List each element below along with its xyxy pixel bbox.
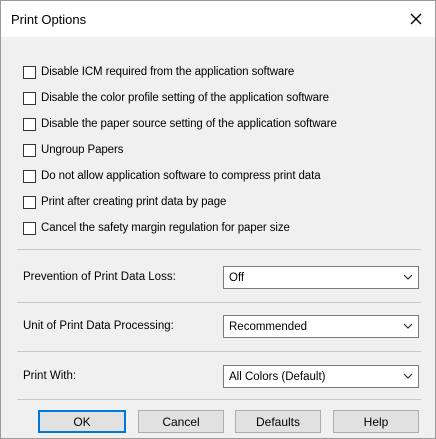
disable-color-profile-checkbox[interactable] xyxy=(23,91,36,105)
unit-select[interactable]: Recommended xyxy=(223,315,419,338)
ungroup-papers-label: Ungroup Papers xyxy=(41,144,124,156)
print-after-creating-checkbox[interactable] xyxy=(23,195,36,209)
print-with-label: Print With: xyxy=(23,370,77,382)
option-print-after-creating[interactable]: Print after creating print data by page xyxy=(23,194,226,210)
disable-paper-source-checkbox[interactable] xyxy=(23,117,36,131)
prevention-label: Prevention of Print Data Loss: xyxy=(23,271,176,283)
option-no-compress[interactable]: Do not allow application software to com… xyxy=(23,168,321,184)
print-after-creating-label: Print after creating print data by page xyxy=(41,196,227,208)
disable-icm-label: Disable ICM required from the applicatio… xyxy=(41,66,295,78)
separator-lower xyxy=(17,351,421,352)
option-cancel-safety-margin[interactable]: Cancel the safety margin regulation for … xyxy=(23,220,290,236)
option-disable-paper-source[interactable]: Disable the paper source setting of the … xyxy=(23,116,337,132)
help-button[interactable]: Help xyxy=(333,410,419,433)
no-compress-checkbox[interactable] xyxy=(23,169,36,183)
disable-paper-source-label: Disable the paper source setting of the … xyxy=(41,118,337,130)
option-disable-color-profile[interactable]: Disable the color profile setting of the… xyxy=(23,90,329,106)
print-options-dialog: Print Options Disable ICM required from … xyxy=(0,0,436,439)
dialog-title: Print Options xyxy=(11,12,87,27)
unit-label: Unit of Print Data Processing: xyxy=(23,320,174,332)
option-ungroup-papers[interactable]: Ungroup Papers xyxy=(23,142,123,158)
separator-middle xyxy=(17,302,421,303)
disable-color-profile-label: Disable the color profile setting of the… xyxy=(41,92,329,104)
chevron-down-icon xyxy=(403,323,413,329)
close-icon xyxy=(410,13,422,25)
print-with-value: All Colors (Default) xyxy=(229,370,326,383)
option-disable-icm[interactable]: Disable ICM required from the applicatio… xyxy=(23,64,294,80)
prevention-select[interactable]: Off xyxy=(223,266,419,289)
ungroup-papers-checkbox[interactable] xyxy=(23,143,36,157)
cancel-safety-margin-label: Cancel the safety margin regulation for … xyxy=(41,222,290,234)
prevention-value: Off xyxy=(229,271,245,284)
defaults-button[interactable]: Defaults xyxy=(235,410,321,433)
chevron-down-icon xyxy=(403,274,413,280)
cancel-safety-margin-checkbox[interactable] xyxy=(23,221,36,235)
chevron-down-icon xyxy=(403,373,413,379)
disable-icm-checkbox[interactable] xyxy=(23,65,36,79)
unit-value: Recommended xyxy=(229,320,307,333)
separator-top xyxy=(17,249,421,250)
title-bar: Print Options xyxy=(1,1,435,37)
cancel-button[interactable]: Cancel xyxy=(138,410,224,433)
close-button[interactable] xyxy=(401,5,431,33)
ok-button[interactable]: OK xyxy=(38,410,126,433)
separator-bottom xyxy=(17,399,421,400)
print-with-select[interactable]: All Colors (Default) xyxy=(223,365,419,388)
no-compress-label: Do not allow application software to com… xyxy=(41,170,321,182)
